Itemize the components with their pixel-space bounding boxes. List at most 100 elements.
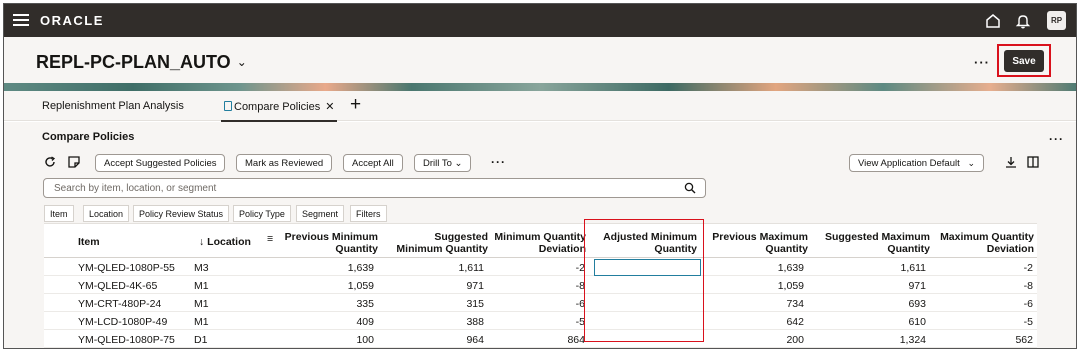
toolbar-more-icon[interactable]: ··· bbox=[491, 155, 506, 169]
cell-minimum-deviation: -8 bbox=[575, 280, 585, 292]
cell-location: M3 bbox=[194, 262, 209, 274]
chevron-down-icon: ⌄ bbox=[454, 157, 463, 169]
cell-suggested-maximum: 1,611 bbox=[900, 262, 927, 274]
cell-location: M1 bbox=[194, 316, 209, 328]
cell-item: YM-CRT-480P-24 bbox=[78, 298, 162, 310]
table-row[interactable]: YM-QLED-1080P-75 D1 100 964 864 200 1,32… bbox=[44, 331, 1037, 348]
accept-suggested-policies-button[interactable]: Accept Suggested Policies bbox=[95, 154, 226, 172]
view-select-value: View Application Default bbox=[858, 158, 960, 169]
column-header-item[interactable]: Item bbox=[78, 236, 100, 248]
close-tab-icon[interactable]: ✕ bbox=[325, 101, 334, 113]
policies-table: Item ↓ Location ≡ Previous Minimum Quanti… bbox=[44, 223, 1037, 348]
cell-location: M1 bbox=[194, 298, 209, 310]
adjusted-minimum-input[interactable] bbox=[594, 259, 701, 276]
cell-minimum-deviation: -5 bbox=[575, 316, 585, 328]
global-header: ORACLE RP bbox=[4, 4, 1076, 37]
cell-minimum-deviation: -6 bbox=[575, 298, 585, 310]
column-header-suggested-minimum[interactable]: Suggested Minimum Quantity bbox=[380, 231, 488, 255]
sort-descending-icon: ↓ bbox=[199, 236, 208, 248]
column-header-previous-maximum[interactable]: Previous Maximum Quantity bbox=[704, 231, 808, 255]
mark-as-reviewed-button[interactable]: Mark as Reviewed bbox=[236, 154, 333, 172]
cell-previous-maximum: 1,059 bbox=[777, 280, 804, 292]
more-actions-icon[interactable]: ··· bbox=[974, 55, 990, 70]
compare-policies-panel: Compare Policies ··· Accept Suggested Po… bbox=[4, 122, 1076, 348]
table-toolbar: Accept Suggested Policies Mark as Review… bbox=[4, 153, 1076, 173]
column-header-line: Deviation bbox=[538, 243, 586, 255]
column-header-adjusted-minimum[interactable]: Adjusted Minimum Quantity bbox=[596, 231, 697, 255]
cell-suggested-maximum: 610 bbox=[908, 316, 926, 328]
table-row[interactable]: YM-LCD-1080P-49 M1 409 388 -5 642 610 -5 bbox=[44, 313, 1037, 330]
cell-previous-maximum: 1,639 bbox=[777, 262, 804, 274]
column-header-line: Quantity bbox=[335, 243, 378, 255]
user-avatar[interactable]: RP bbox=[1047, 11, 1066, 30]
tab-replenishment-plan-analysis[interactable]: Replenishment Plan Analysis bbox=[42, 100, 184, 112]
menu-icon[interactable] bbox=[13, 12, 29, 28]
cell-item: YM-QLED-1080P-55 bbox=[78, 262, 175, 274]
chevron-down-icon: ⌄ bbox=[967, 158, 975, 168]
cell-item: YM-QLED-4K-65 bbox=[78, 280, 158, 292]
cell-suggested-minimum: 1,611 bbox=[458, 262, 485, 274]
cell-suggested-minimum: 315 bbox=[466, 298, 484, 310]
search-icon[interactable] bbox=[684, 182, 696, 194]
cell-maximum-deviation: 562 bbox=[1015, 334, 1033, 346]
section-title: Compare Policies bbox=[42, 131, 135, 143]
app-window: ORACLE RP REPL-PC-PLAN_AUTO ⌄ ··· Save Re… bbox=[3, 3, 1077, 349]
cell-previous-minimum: 1,059 bbox=[347, 280, 374, 292]
oracle-logo: ORACLE bbox=[40, 13, 104, 28]
filter-chip-location[interactable]: Location bbox=[83, 205, 130, 222]
column-header-line: Minimum Quantity bbox=[494, 231, 586, 243]
columns-icon[interactable] bbox=[1026, 155, 1040, 169]
column-header-line: Previous Minimum bbox=[284, 231, 378, 243]
column-header-previous-minimum[interactable]: Previous Minimum Quantity bbox=[282, 231, 378, 255]
note-icon[interactable] bbox=[67, 155, 81, 169]
page-title[interactable]: REPL-PC-PLAN_AUTO ⌄ bbox=[36, 52, 247, 73]
cell-previous-minimum: 409 bbox=[356, 316, 374, 328]
cell-previous-minimum: 1,639 bbox=[347, 262, 374, 274]
column-header-suggested-maximum[interactable]: Suggested Maximum Quantity bbox=[816, 231, 930, 255]
column-header-line: Suggested bbox=[434, 231, 488, 243]
filter-chip-policy-type[interactable]: Policy Type bbox=[233, 205, 291, 222]
cell-location: M1 bbox=[194, 280, 209, 292]
document-icon bbox=[224, 101, 232, 111]
table-row[interactable]: YM-CRT-480P-24 M1 335 315 -6 734 693 -6 bbox=[44, 295, 1037, 312]
cell-item: YM-QLED-1080P-75 bbox=[78, 334, 175, 346]
filter-list-icon[interactable]: ≡ bbox=[267, 233, 273, 245]
section-more-icon[interactable]: ··· bbox=[1049, 132, 1064, 146]
filter-chip-policy-review-status[interactable]: Policy Review Status bbox=[133, 205, 230, 222]
download-icon[interactable] bbox=[1004, 155, 1018, 169]
notifications-bell-icon[interactable] bbox=[1014, 12, 1032, 30]
column-header-line: Maximum Quantity bbox=[940, 231, 1034, 243]
column-header-maximum-deviation[interactable]: Maximum Quantity Deviation bbox=[938, 231, 1034, 255]
save-button[interactable]: Save bbox=[1004, 50, 1044, 72]
cell-suggested-maximum: 971 bbox=[908, 280, 926, 292]
drill-to-button[interactable]: Drill To ⌄ bbox=[414, 154, 472, 172]
accept-all-button[interactable]: Accept All bbox=[343, 154, 403, 172]
tab-label: Replenishment Plan Analysis bbox=[42, 100, 184, 112]
filter-chip-item[interactable]: Item bbox=[44, 205, 74, 222]
filter-chip-segment[interactable]: Segment bbox=[296, 205, 345, 222]
column-header-line: Adjusted Minimum bbox=[603, 231, 697, 243]
cell-maximum-deviation: -2 bbox=[1023, 262, 1033, 274]
filter-chip-filters[interactable]: Filters bbox=[350, 205, 387, 222]
column-header-location[interactable]: ↓ Location bbox=[199, 236, 251, 248]
home-icon[interactable] bbox=[984, 12, 1002, 30]
cell-maximum-deviation: -6 bbox=[1023, 298, 1033, 310]
chevron-down-icon: ⌄ bbox=[236, 55, 247, 69]
tab-compare-policies[interactable]: Compare Policies ✕ bbox=[220, 100, 338, 122]
decorative-banner bbox=[4, 83, 1076, 91]
refresh-icon[interactable] bbox=[43, 155, 57, 169]
column-header-location-label: Location bbox=[207, 236, 251, 248]
cell-item: YM-LCD-1080P-49 bbox=[78, 316, 168, 328]
column-header-minimum-deviation[interactable]: Minimum Quantity Deviation bbox=[490, 231, 586, 255]
add-tab-icon[interactable]: + bbox=[350, 94, 361, 116]
cell-previous-maximum: 734 bbox=[786, 298, 804, 310]
search-input[interactable]: Search by item, location, or segment bbox=[43, 178, 706, 198]
cell-suggested-maximum: 693 bbox=[908, 298, 926, 310]
page-title-text: REPL-PC-PLAN_AUTO bbox=[36, 52, 231, 72]
page-header: REPL-PC-PLAN_AUTO ⌄ ··· Save bbox=[4, 37, 1076, 83]
table-row[interactable]: YM-QLED-4K-65 M1 1,059 971 -8 1,059 971 … bbox=[44, 277, 1037, 294]
column-header-line: Quantity bbox=[765, 243, 808, 255]
table-row[interactable]: YM-QLED-1080P-55 M3 1,639 1,611 -2 1,639… bbox=[44, 259, 1037, 276]
table-header: Item ↓ Location ≡ Previous Minimum Quanti… bbox=[44, 224, 1037, 258]
view-select[interactable]: View Application Default ⌄ bbox=[849, 154, 984, 172]
